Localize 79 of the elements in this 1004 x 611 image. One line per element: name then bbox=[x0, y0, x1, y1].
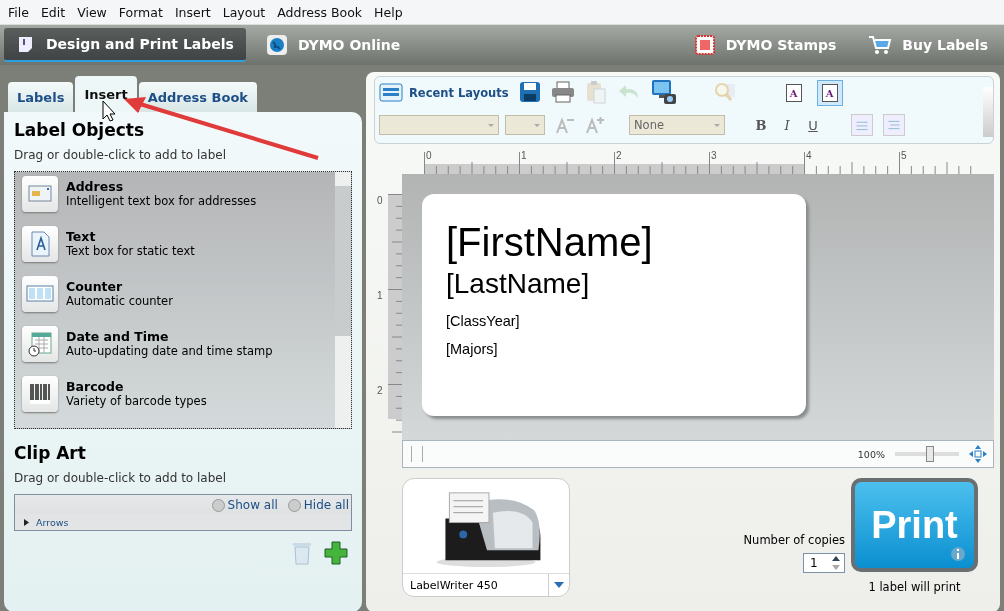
ruler-number: 2 bbox=[377, 385, 383, 396]
menu-item[interactable]: Edit bbox=[34, 4, 72, 20]
menu-item[interactable]: Help bbox=[368, 4, 409, 20]
barcode-icon[interactable] bbox=[22, 376, 58, 412]
show-all-link[interactable]: Show all bbox=[211, 498, 278, 512]
text-icon[interactable] bbox=[22, 226, 58, 262]
section-title: Label Objects bbox=[14, 120, 146, 140]
print-icon[interactable] bbox=[550, 80, 575, 103]
tab[interactable]: Labels bbox=[8, 82, 74, 112]
object-name[interactable]: Date and Time bbox=[66, 329, 273, 344]
object-description: Auto-updating date and time stamp bbox=[66, 344, 273, 358]
tab[interactable]: Insert bbox=[75, 76, 137, 112]
label-field[interactable]: [FirstName] bbox=[446, 218, 653, 266]
object-name[interactable]: Barcode bbox=[66, 379, 207, 394]
menu-item[interactable]: File bbox=[2, 4, 35, 20]
toolbar-scrollbar[interactable] bbox=[983, 87, 993, 137]
text-mode-button[interactable]: A bbox=[780, 80, 807, 106]
recent-layouts-button[interactable]: Recent Layouts bbox=[379, 83, 509, 103]
italic-button[interactable]: I bbox=[779, 117, 795, 133]
menu-item[interactable]: Layout bbox=[216, 4, 272, 20]
object-description: Automatic counter bbox=[66, 294, 173, 308]
nav-tab[interactable]: Design and Print Labels bbox=[4, 28, 246, 62]
menu-item[interactable]: Insert bbox=[168, 4, 217, 20]
print-status: 1 label will print bbox=[868, 580, 961, 594]
tab[interactable]: Address Book bbox=[138, 82, 257, 112]
ruler-number: 5 bbox=[901, 150, 907, 161]
counter-icon[interactable] bbox=[22, 276, 58, 312]
add-icon[interactable] bbox=[324, 541, 348, 565]
category-name[interactable]: Arrows bbox=[36, 517, 69, 528]
expand-arrow-icon[interactable] bbox=[23, 519, 30, 526]
ruler-number: 4 bbox=[806, 150, 812, 161]
text-mode-button[interactable]: A bbox=[816, 80, 843, 106]
save-icon[interactable] bbox=[518, 80, 541, 103]
zoom-reading: 100% bbox=[857, 448, 885, 460]
ruler-number: 1 bbox=[521, 150, 527, 161]
menu-item[interactable]: View bbox=[71, 4, 113, 20]
ruler-number: 3 bbox=[711, 150, 717, 161]
printer-selector[interactable]: LabelWriter 450 bbox=[402, 478, 570, 597]
object-name[interactable]: Text bbox=[66, 229, 195, 244]
info-icon[interactable] bbox=[950, 546, 966, 562]
hide-all-link[interactable]: Hide all bbox=[287, 498, 349, 512]
hint-text: Drag or double-click to add to label bbox=[14, 148, 228, 162]
address-icon[interactable] bbox=[22, 176, 58, 212]
underline-button[interactable]: U bbox=[805, 117, 821, 133]
object-name[interactable]: Address bbox=[66, 179, 257, 194]
object-name[interactable]: Counter bbox=[66, 279, 173, 294]
ruler-number: 2 bbox=[616, 150, 622, 161]
menu-item[interactable]: Format bbox=[112, 4, 169, 20]
hint-text: Drag or double-click to add to label bbox=[14, 471, 228, 485]
label-field[interactable]: [Majors] bbox=[446, 340, 498, 358]
stamp-icon bbox=[693, 34, 716, 56]
spinner-arrows-icon[interactable] bbox=[831, 555, 841, 571]
label-field[interactable]: [ClassYear] bbox=[446, 312, 520, 330]
slider-thumb[interactable] bbox=[926, 446, 935, 462]
cursor-icon bbox=[102, 100, 116, 122]
layouts-icon bbox=[379, 83, 403, 103]
ruler-number: 0 bbox=[426, 150, 432, 161]
effect-dropdown[interactable]: None bbox=[629, 115, 725, 135]
ruler-number: 1 bbox=[377, 290, 383, 301]
ruler-number: 0 bbox=[377, 195, 383, 206]
datetime-icon[interactable] bbox=[22, 326, 58, 362]
grow-font-icon[interactable] bbox=[585, 116, 605, 134]
menu-item[interactable]: Address Book bbox=[271, 4, 369, 20]
object-description: Intelligent text box for addresses bbox=[66, 194, 257, 208]
globe-icon bbox=[265, 34, 288, 56]
scrollbar[interactable] bbox=[335, 172, 351, 428]
shrink-font-icon[interactable] bbox=[555, 116, 575, 134]
cart-icon bbox=[868, 34, 893, 56]
copies-field[interactable]: 1 bbox=[803, 553, 845, 573]
bold-button[interactable]: B bbox=[753, 117, 769, 133]
dropdown-arrow-icon[interactable] bbox=[554, 582, 564, 588]
section-title: Clip Art bbox=[14, 443, 87, 463]
object-description: Variety of barcode types bbox=[66, 394, 207, 408]
object-description: Text box for static text bbox=[66, 244, 195, 258]
fit-arrows-icon[interactable] bbox=[969, 445, 987, 463]
monitor-camera-icon[interactable] bbox=[650, 78, 677, 105]
copies-label: Number of copies bbox=[743, 533, 845, 547]
printer-name: LabelWriter 450 bbox=[409, 578, 499, 592]
label-field[interactable]: [LastName] bbox=[446, 266, 590, 302]
